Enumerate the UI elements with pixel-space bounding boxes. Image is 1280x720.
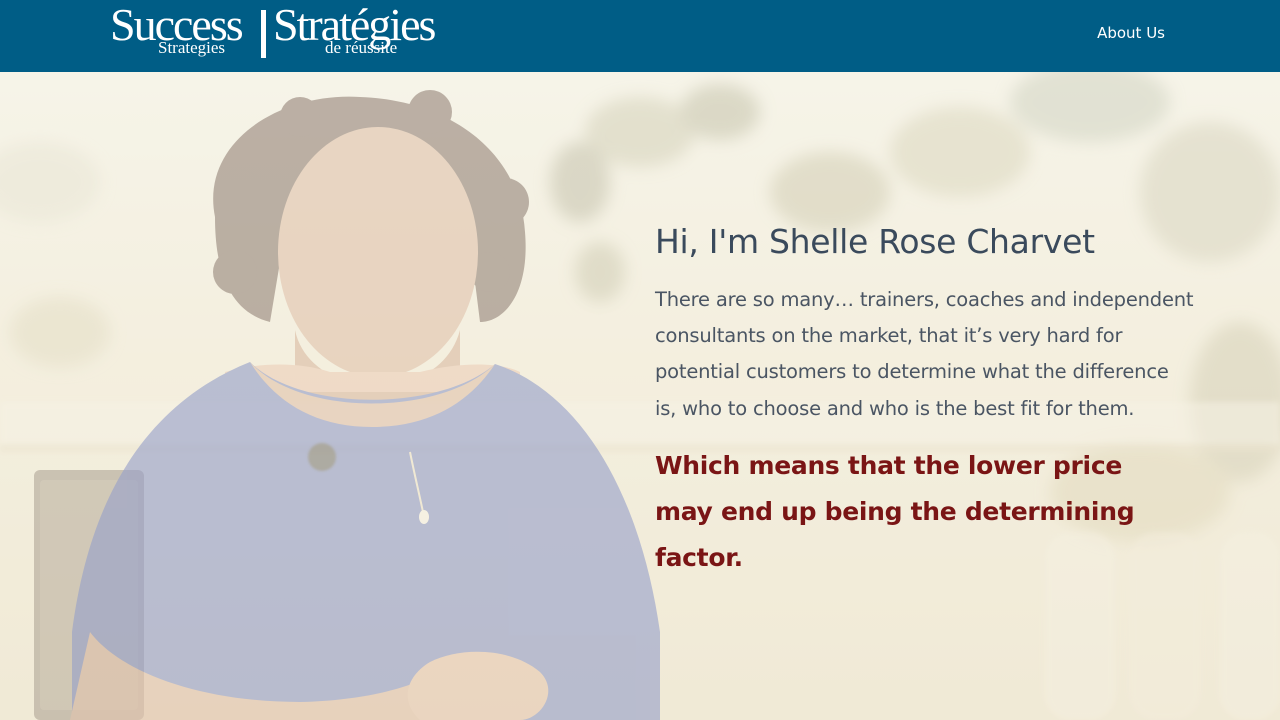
- hero-copy: Hi, I'm Shelle Rose Charvet There are so…: [655, 220, 1195, 581]
- hero-title: Hi, I'm Shelle Rose Charvet: [655, 222, 1095, 261]
- site-logo[interactable]: Success Strategies Stratégies de réussit…: [110, 2, 440, 62]
- hero-body-text: There are so many… trainers, coaches and…: [655, 288, 1194, 420]
- logo-divider: [261, 10, 266, 58]
- logo-de-reussite-text: de réussite: [325, 38, 398, 57]
- logo-strategies-text: Strategies: [158, 38, 226, 57]
- page: Success Strategies Stratégies de réussit…: [0, 0, 1280, 720]
- site-header: Success Strategies Stratégies de réussit…: [0, 0, 1280, 72]
- hero-emphasis-text: Which means that the lower price may end…: [655, 450, 1135, 572]
- nav-link-about-us[interactable]: About Us: [1097, 23, 1165, 43]
